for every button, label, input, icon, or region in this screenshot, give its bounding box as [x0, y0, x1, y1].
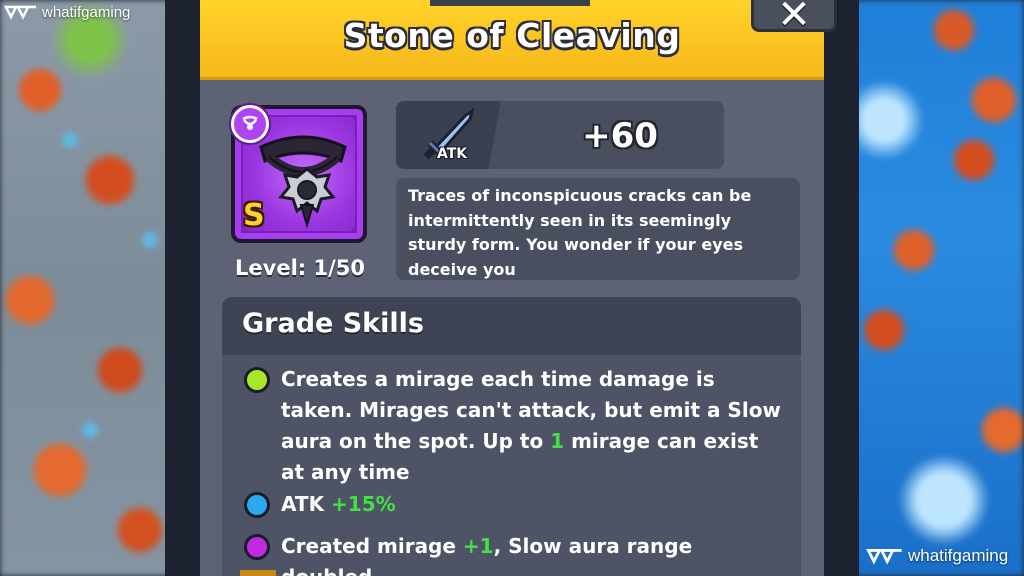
skill-text: ATK [281, 492, 332, 516]
grade-skill-item: ATK +15% [244, 489, 784, 520]
close-icon: ✕ [777, 0, 811, 38]
header-tab [430, 0, 590, 6]
panel-frame-right [823, 0, 859, 576]
item-level: Level: 1/50 [235, 256, 365, 280]
skill-highlight: 1 [550, 429, 565, 453]
skill-highlight: +1 [462, 534, 494, 558]
watermark-logo-icon [4, 5, 36, 20]
next-section-edge [240, 570, 276, 576]
item-icon-frame[interactable]: S [231, 105, 367, 243]
necklace-badge-icon [231, 105, 269, 143]
item-title: Stone of Cleaving [343, 16, 681, 55]
skill-highlight: +15% [331, 492, 396, 516]
stat-label: ATK [437, 146, 468, 162]
watermark-text: whatifgaming [42, 3, 131, 21]
watermark-text: whatifgaming [908, 546, 1009, 565]
skill-dot-icon [244, 492, 270, 518]
grade-skill-item: Creates a mirage each time damage is tak… [244, 364, 784, 488]
watermark-bottom-right: whatifgaming [866, 546, 1008, 566]
description-box: Traces of inconspicuous cracks can be in… [396, 178, 800, 280]
item-description: Traces of inconspicuous cracks can be in… [408, 186, 752, 279]
grade-skills-header: Grade Skills [222, 297, 801, 355]
grade-skills-box: Grade Skills Creates a mirage each time … [222, 297, 801, 576]
watermark-top-left: whatifgaming [4, 3, 130, 21]
grade-letter: S [243, 198, 265, 233]
stat-value: +60 [582, 116, 658, 156]
panel-frame-left [165, 0, 201, 576]
watermark-logo-icon [866, 549, 902, 565]
close-button[interactable]: ✕ [751, 0, 837, 38]
skill-dot-icon [244, 534, 270, 560]
skill-text: Created mirage [281, 534, 463, 558]
grade-skill-item: Created mirage +1, Slow aura range doubl… [244, 531, 784, 576]
skill-dot-icon [244, 367, 270, 393]
